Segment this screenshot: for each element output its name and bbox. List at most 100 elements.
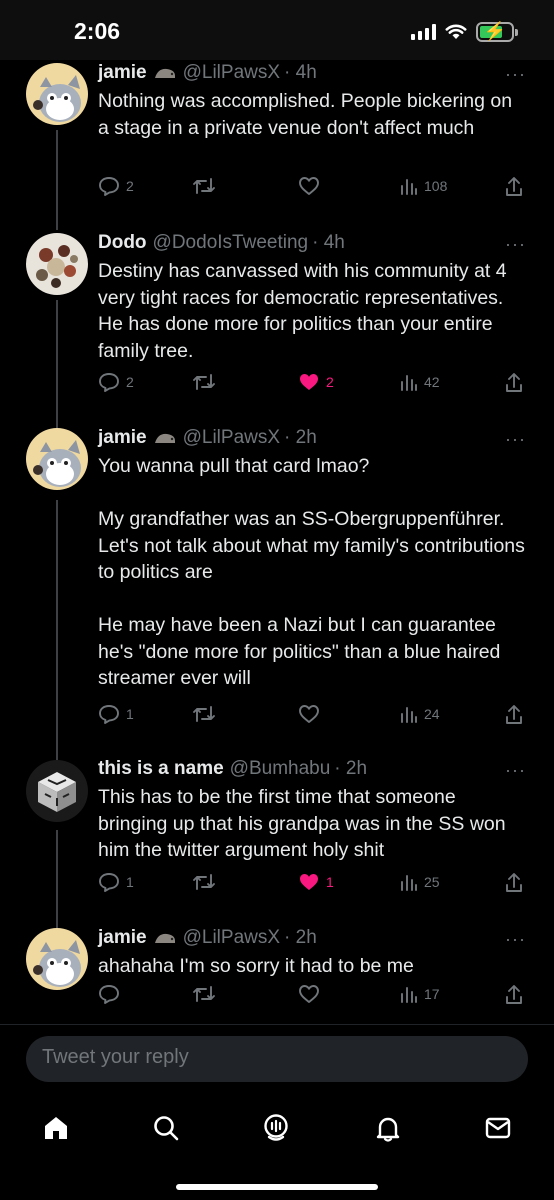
reply-composer[interactable] xyxy=(26,1036,528,1082)
home-indicator[interactable] xyxy=(176,1184,378,1190)
avatar[interactable] xyxy=(26,428,88,490)
display-name[interactable]: jamie xyxy=(98,62,147,84)
tab-messages[interactable] xyxy=(478,1108,518,1148)
reply-button[interactable]: 2 xyxy=(98,176,134,196)
status-icons: ⚡ xyxy=(411,21,518,42)
retweet-button[interactable] xyxy=(192,984,222,1004)
views-icon xyxy=(401,179,417,195)
like-button[interactable]: 2 xyxy=(298,372,334,392)
share-icon xyxy=(506,705,522,724)
more-options-icon[interactable]: ··· xyxy=(505,929,526,950)
display-name[interactable]: jamie xyxy=(98,427,147,449)
divider xyxy=(0,1024,554,1025)
more-options-icon[interactable]: ··· xyxy=(505,234,526,255)
retweet-button[interactable] xyxy=(192,704,222,724)
reply-count: 1 xyxy=(126,874,134,890)
reply-icon xyxy=(99,177,119,196)
tab-spaces[interactable] xyxy=(256,1108,296,1148)
views-button[interactable]: 25 xyxy=(400,872,440,892)
timestamp[interactable]: · 2h xyxy=(334,758,367,780)
display-name[interactable]: this is a name xyxy=(98,758,224,780)
hedgehog-badge-icon xyxy=(154,433,175,443)
tweet-text: Destiny has canvassed with his community… xyxy=(98,260,507,362)
hedgehog-badge-icon xyxy=(154,68,175,78)
share-button[interactable] xyxy=(504,984,524,1006)
reply-input[interactable] xyxy=(42,1046,502,1069)
share-button[interactable] xyxy=(504,872,524,894)
avatar[interactable] xyxy=(26,760,88,822)
reply-button[interactable]: 2 xyxy=(98,372,134,392)
share-button[interactable] xyxy=(504,372,524,394)
display-name[interactable]: jamie xyxy=(98,927,147,949)
share-icon xyxy=(506,373,522,392)
handle[interactable]: @LilPawsX xyxy=(183,427,280,449)
tweet[interactable]: Dodo @DodoIsTweeting · 4h ··· Destiny ha… xyxy=(0,224,554,424)
retweet-icon xyxy=(193,706,215,722)
reply-button[interactable] xyxy=(98,984,126,1004)
more-options-icon[interactable]: ··· xyxy=(505,760,526,781)
reply-icon xyxy=(99,985,119,1004)
retweet-button[interactable] xyxy=(192,872,222,892)
search-icon xyxy=(154,1116,179,1141)
views-count: 25 xyxy=(424,874,440,890)
tweet[interactable]: jamie @LilPawsX · 4h ··· Nothing was acc… xyxy=(0,60,554,224)
timestamp[interactable]: · 4h xyxy=(312,232,345,254)
retweet-button[interactable] xyxy=(192,176,222,196)
timestamp[interactable]: · 2h xyxy=(284,427,317,449)
views-count: 24 xyxy=(424,706,440,722)
tab-home[interactable] xyxy=(36,1108,76,1148)
more-options-icon[interactable]: ··· xyxy=(505,429,526,450)
reply-button[interactable]: 1 xyxy=(98,872,134,892)
like-button[interactable] xyxy=(298,704,326,724)
avatar[interactable] xyxy=(26,928,88,990)
like-button[interactable] xyxy=(298,984,326,1004)
tweet-text: Nothing was accomplished. People bickeri… xyxy=(98,90,513,139)
more-options-icon[interactable]: ··· xyxy=(505,64,526,85)
like-button[interactable]: 1 xyxy=(298,872,334,892)
views-button[interactable]: 42 xyxy=(400,372,440,392)
share-button[interactable] xyxy=(504,176,524,198)
tweet-actions: 17 xyxy=(98,984,528,1008)
avatar[interactable] xyxy=(26,233,88,295)
views-button[interactable]: 17 xyxy=(400,984,440,1004)
tweet-actions: 2 2 42 xyxy=(98,372,528,396)
reply-count: 2 xyxy=(126,374,134,390)
tweet-actions: 1 1 25 xyxy=(98,872,528,896)
views-button[interactable]: 108 xyxy=(400,176,447,196)
heart-icon xyxy=(299,705,319,723)
views-icon xyxy=(401,707,417,723)
views-count: 17 xyxy=(424,986,440,1002)
heart-filled-icon xyxy=(300,874,318,890)
tweet-actions: 1 24 xyxy=(98,704,528,728)
handle[interactable]: @LilPawsX xyxy=(183,62,280,84)
thread-line xyxy=(56,130,58,224)
tab-notifications[interactable] xyxy=(368,1108,408,1148)
handle[interactable]: @Bumhabu xyxy=(230,758,331,780)
share-button[interactable] xyxy=(504,704,524,726)
tab-search[interactable] xyxy=(146,1108,186,1148)
cellular-signal-icon xyxy=(411,24,436,40)
views-button[interactable]: 24 xyxy=(400,704,440,724)
retweet-button[interactable] xyxy=(192,372,222,392)
tweet[interactable]: this is a name @Bumhabu · 2h ··· This ha… xyxy=(0,754,554,924)
avatar[interactable] xyxy=(26,63,88,125)
hedgehog-badge-icon xyxy=(154,933,175,943)
like-button[interactable] xyxy=(298,176,326,196)
views-count: 42 xyxy=(424,374,440,390)
timestamp[interactable]: · 4h xyxy=(284,62,317,84)
reply-button[interactable]: 1 xyxy=(98,704,134,724)
battery-icon: ⚡ xyxy=(476,21,518,42)
like-count: 1 xyxy=(326,874,334,890)
views-count: 108 xyxy=(424,178,448,194)
thread-line xyxy=(56,224,58,230)
tweet-actions: 2 108 xyxy=(98,176,528,200)
timestamp[interactable]: · 2h xyxy=(284,927,317,949)
status-bar: 2:06 ⚡ xyxy=(0,0,554,60)
handle[interactable]: @DodoIsTweeting xyxy=(153,232,309,254)
tweet-text: This has to be the first time that someo… xyxy=(98,786,506,861)
handle[interactable]: @LilPawsX xyxy=(183,927,280,949)
display-name[interactable]: Dodo xyxy=(98,232,147,254)
views-icon xyxy=(401,987,417,1003)
share-icon xyxy=(506,985,522,1004)
tweet[interactable]: jamie @LilPawsX · 2h ··· ahahaha I'm so … xyxy=(0,924,554,1024)
